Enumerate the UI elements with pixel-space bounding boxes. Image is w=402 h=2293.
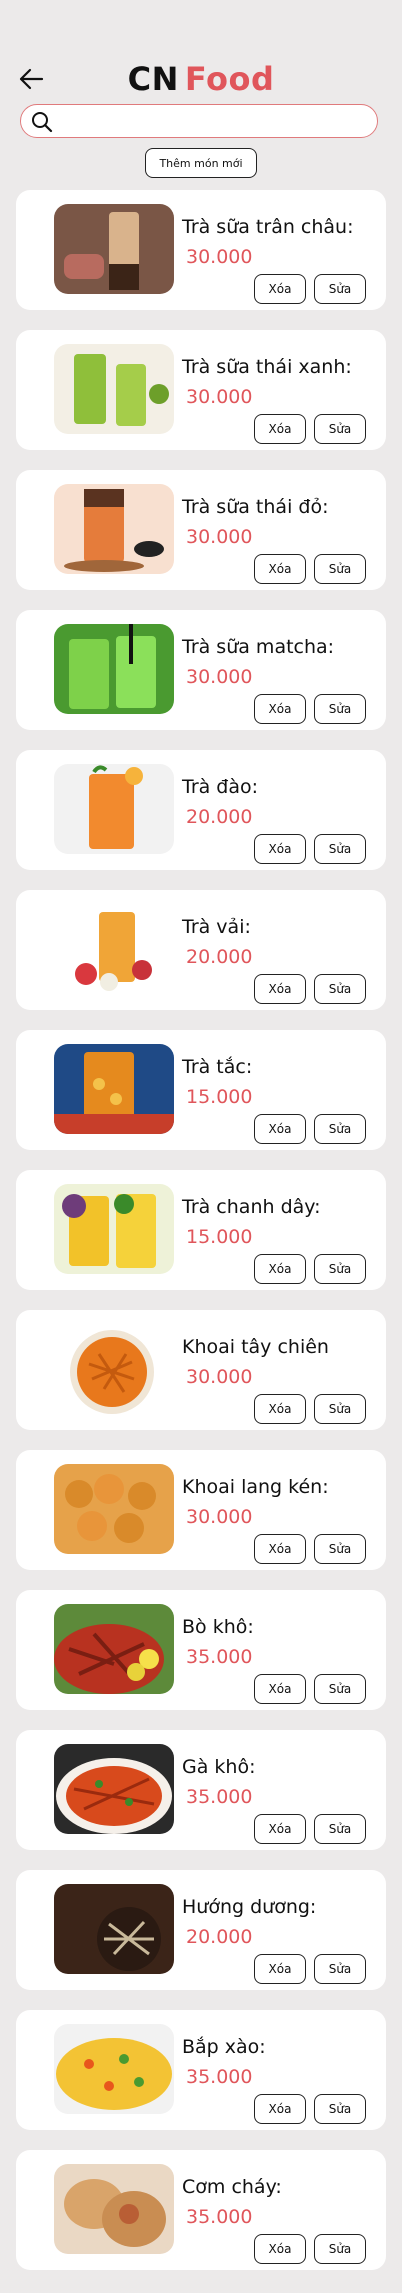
food-image [54, 344, 174, 434]
delete-button[interactable]: Xóa [254, 2094, 306, 2124]
edit-button[interactable]: Sửa [314, 1394, 366, 1424]
edit-button[interactable]: Sửa [314, 1814, 366, 1844]
menu-item-card: Bò khô: 35.000 Xóa Sửa [16, 1590, 386, 1710]
item-price: 35.000 [186, 2206, 253, 2228]
delete-button[interactable]: Xóa [254, 834, 306, 864]
delete-button[interactable]: Xóa [254, 1114, 306, 1144]
item-price: 35.000 [186, 2066, 253, 2088]
food-image [54, 2164, 174, 2254]
item-name: Trà chanh dây: [182, 1196, 321, 1218]
app-header: CN Food [0, 50, 402, 110]
item-price: 15.000 [186, 1226, 253, 1248]
delete-button[interactable]: Xóa [254, 1674, 306, 1704]
edit-button[interactable]: Sửa [314, 1534, 366, 1564]
edit-button[interactable]: Sửa [314, 694, 366, 724]
menu-item-card: Bắp xào: 35.000 Xóa Sửa [16, 2010, 386, 2130]
item-price: 20.000 [186, 946, 253, 968]
food-image [54, 1604, 174, 1694]
search-bar[interactable] [20, 104, 378, 138]
edit-button[interactable]: Sửa [314, 834, 366, 864]
menu-item-card: Trà sữa trân châu: 30.000 Xóa Sửa [16, 190, 386, 310]
delete-button[interactable]: Xóa [254, 1534, 306, 1564]
edit-button[interactable]: Sửa [314, 974, 366, 1004]
menu-item-card: Trà sữa thái xanh: 30.000 Xóa Sửa [16, 330, 386, 450]
food-image [54, 2024, 174, 2114]
menu-item-card: Trà chanh dây: 15.000 Xóa Sửa [16, 1170, 386, 1290]
item-price: 30.000 [186, 386, 253, 408]
item-price: 20.000 [186, 1926, 253, 1948]
edit-button[interactable]: Sửa [314, 2234, 366, 2264]
item-price: 30.000 [186, 1366, 253, 1388]
search-input[interactable] [61, 109, 365, 135]
item-name: Trà sữa matcha: [182, 636, 335, 658]
edit-button[interactable]: Sửa [314, 1114, 366, 1144]
item-price: 15.000 [186, 1086, 253, 1108]
food-image [54, 1464, 174, 1554]
item-price: 35.000 [186, 1786, 253, 1808]
edit-button[interactable]: Sửa [314, 1954, 366, 1984]
edit-button[interactable]: Sửa [314, 414, 366, 444]
delete-button[interactable]: Xóa [254, 694, 306, 724]
search-icon [32, 112, 53, 133]
delete-button[interactable]: Xóa [254, 974, 306, 1004]
item-name: Trà sữa thái xanh: [182, 356, 352, 378]
item-name: Trà tắc: [182, 1056, 253, 1078]
item-price: 35.000 [186, 1646, 253, 1668]
item-name: Cơm cháy: [182, 2176, 282, 2198]
app-title-part2: Food [184, 60, 275, 98]
edit-button[interactable]: Sửa [314, 1674, 366, 1704]
edit-button[interactable]: Sửa [314, 1254, 366, 1284]
delete-button[interactable]: Xóa [254, 274, 306, 304]
food-image [54, 624, 174, 714]
item-name: Bò khô: [182, 1616, 254, 1638]
delete-button[interactable]: Xóa [254, 2234, 306, 2264]
delete-button[interactable]: Xóa [254, 1954, 306, 1984]
item-name: Khoai tây chiên [182, 1336, 329, 1358]
item-price: 30.000 [186, 1506, 253, 1528]
item-name: Khoai lang kén: [182, 1476, 329, 1498]
menu-item-card: Cơm cháy: 35.000 Xóa Sửa [16, 2150, 386, 2270]
edit-button[interactable]: Sửa [314, 274, 366, 304]
add-item-button[interactable]: Thêm món mới [145, 148, 257, 178]
item-name: Trà đào: [182, 776, 259, 798]
food-image [54, 1184, 174, 1274]
menu-item-card: Gà khô: 35.000 Xóa Sửa [16, 1730, 386, 1850]
delete-button[interactable]: Xóa [254, 414, 306, 444]
menu-item-card: Khoai tây chiên 30.000 Xóa Sửa [16, 1310, 386, 1430]
food-image [54, 204, 174, 294]
app-title-part1: CN [127, 60, 179, 98]
delete-button[interactable]: Xóa [254, 1254, 306, 1284]
food-image [54, 1884, 174, 1974]
delete-button[interactable]: Xóa [254, 1394, 306, 1424]
item-price: 30.000 [186, 666, 253, 688]
food-image [54, 484, 174, 574]
item-name: Bắp xào: [182, 2036, 266, 2058]
food-image [54, 904, 174, 994]
food-image [54, 1324, 174, 1414]
item-name: Gà khô: [182, 1756, 256, 1778]
item-price: 20.000 [186, 806, 253, 828]
item-name: Trà vải: [182, 916, 251, 938]
menu-item-card: Trà đào: 20.000 Xóa Sửa [16, 750, 386, 870]
edit-button[interactable]: Sửa [314, 2094, 366, 2124]
food-image [54, 1744, 174, 1834]
item-name: Hướng dương: [182, 1896, 317, 1918]
menu-item-card: Trà vải: 20.000 Xóa Sửa [16, 890, 386, 1010]
item-price: 30.000 [186, 526, 253, 548]
food-image [54, 764, 174, 854]
menu-item-card: Trà sữa matcha: 30.000 Xóa Sửa [16, 610, 386, 730]
app-title: CN Food [0, 60, 402, 98]
delete-button[interactable]: Xóa [254, 554, 306, 584]
item-name: Trà sữa thái đỏ: [182, 496, 329, 518]
menu-item-card: Khoai lang kén: 30.000 Xóa Sửa [16, 1450, 386, 1570]
item-price: 30.000 [186, 246, 253, 268]
food-image [54, 1044, 174, 1134]
menu-item-card: Trà sữa thái đỏ: 30.000 Xóa Sửa [16, 470, 386, 590]
delete-button[interactable]: Xóa [254, 1814, 306, 1844]
edit-button[interactable]: Sửa [314, 554, 366, 584]
item-name: Trà sữa trân châu: [182, 216, 354, 238]
menu-item-card: Hướng dương: 20.000 Xóa Sửa [16, 1870, 386, 1990]
menu-item-card: Trà tắc: 15.000 Xóa Sửa [16, 1030, 386, 1150]
